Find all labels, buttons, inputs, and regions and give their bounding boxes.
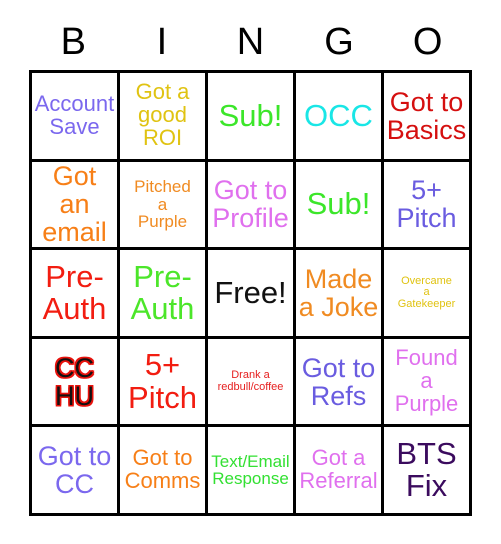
bingo-cell[interactable]: Found a Purple xyxy=(384,338,472,428)
bingo-cell[interactable]: Made a Joke xyxy=(296,250,384,339)
bingo-cell-label: Sub! xyxy=(218,97,283,133)
bingo-cell-label: Got to CC xyxy=(37,441,112,500)
bingo-cell-label: CC HU xyxy=(55,352,94,411)
bingo-cell[interactable]: Got to CC xyxy=(32,427,120,516)
bingo-cell-label: Account Save xyxy=(34,90,115,139)
bingo-header-letter-i: I xyxy=(156,21,168,63)
bingo-cell[interactable]: 5+ Pitch xyxy=(384,161,472,251)
bingo-cell-label: Got a good ROI xyxy=(135,79,190,151)
bingo-cell[interactable]: Sub! xyxy=(296,161,384,251)
bingo-card: B I N G O Account Save Got a good ROI Sub!… xyxy=(29,14,472,516)
bingo-cell[interactable]: Got to Refs xyxy=(296,338,384,428)
bingo-cell-label: Pitched a Purple xyxy=(134,176,191,232)
bingo-cell[interactable]: Pitched a Purple xyxy=(120,161,208,251)
bingo-header-letter-o: O xyxy=(412,21,443,63)
bingo-cell-label: 5+ Pitch xyxy=(128,347,197,415)
bingo-row: Got to CC Got to Comms Text/Email Response… xyxy=(32,427,472,516)
bingo-cell-label: Got to Basics xyxy=(386,86,467,145)
bingo-cell[interactable]: Drank a redbull/coffee xyxy=(208,338,296,428)
bingo-cell-label: Sub! xyxy=(306,186,371,222)
bingo-cell[interactable]: Account Save xyxy=(32,73,120,162)
bingo-cell-label: Got to Refs xyxy=(301,352,376,411)
bingo-cell[interactable]: Got to Basics xyxy=(384,73,472,162)
bingo-cell-label: Got an email xyxy=(42,161,107,248)
bingo-cell[interactable]: Pre- Auth xyxy=(120,250,208,339)
bingo-cell[interactable]: Free! xyxy=(208,250,296,339)
bingo-cell-label: 5+ Pitch xyxy=(396,175,457,234)
bingo-cell[interactable]: Overcame a Gatekeeper xyxy=(384,250,472,339)
bingo-cell[interactable]: CC HU xyxy=(32,338,120,428)
bingo-cell[interactable]: Got a Referral xyxy=(296,427,384,516)
bingo-cell[interactable]: Got a good ROI xyxy=(120,73,208,162)
bingo-cell-label: Free! xyxy=(214,274,287,310)
bingo-cell-label: Made a Joke xyxy=(298,263,379,322)
bingo-cell[interactable]: Pre- Auth xyxy=(32,250,120,339)
bingo-cell-label: Got to Profile xyxy=(212,175,289,234)
bingo-cell[interactable]: BTS Fix xyxy=(384,427,472,516)
bingo-cell[interactable]: Got to Profile xyxy=(208,161,296,251)
bingo-cell-label: Got to Comms xyxy=(124,445,201,494)
bingo-cell-label: Pre- Auth xyxy=(130,258,195,326)
bingo-row: CC HU 5+ Pitch Drank a redbull/coffee Got t… xyxy=(32,338,472,428)
bingo-row: Pre- Auth Pre- Auth Free! Made a Joke Overca… xyxy=(32,250,472,339)
bingo-cell-label: OCC xyxy=(304,97,373,133)
bingo-header-letter-g: G xyxy=(324,21,354,63)
bingo-row: Got an email Pitched a Purple Got to Profi… xyxy=(32,161,472,251)
bingo-grid: Account Save Got a good ROI Sub! OCC Got to … xyxy=(29,70,472,516)
bingo-cell-label: Overcame a Gatekeeper xyxy=(397,274,456,310)
bingo-row: Account Save Got a good ROI Sub! OCC Got to … xyxy=(32,73,472,162)
bingo-cell-label: Drank a redbull/coffee xyxy=(217,369,284,393)
bingo-cell[interactable]: 5+ Pitch xyxy=(120,338,208,428)
bingo-cell[interactable]: Got an email xyxy=(32,161,120,251)
bingo-cell[interactable]: OCC xyxy=(296,73,384,162)
bingo-cell[interactable]: Sub! xyxy=(208,73,296,162)
bingo-cell[interactable]: Got to Comms xyxy=(120,427,208,516)
bingo-cell-label: Text/Email Response xyxy=(211,451,290,489)
bingo-cell-label: Got a Referral xyxy=(299,445,378,494)
bingo-header-letter-b: B xyxy=(60,21,86,63)
bingo-cell[interactable]: Text/Email Response xyxy=(208,427,296,516)
bingo-cell-label: BTS Fix xyxy=(396,435,457,504)
bingo-cell-label: Found a Purple xyxy=(394,345,459,417)
bingo-header-letter-n: N xyxy=(236,21,265,63)
bingo-header-row: B I N G O xyxy=(29,14,472,70)
bingo-cell-label: Pre- Auth xyxy=(42,258,107,326)
